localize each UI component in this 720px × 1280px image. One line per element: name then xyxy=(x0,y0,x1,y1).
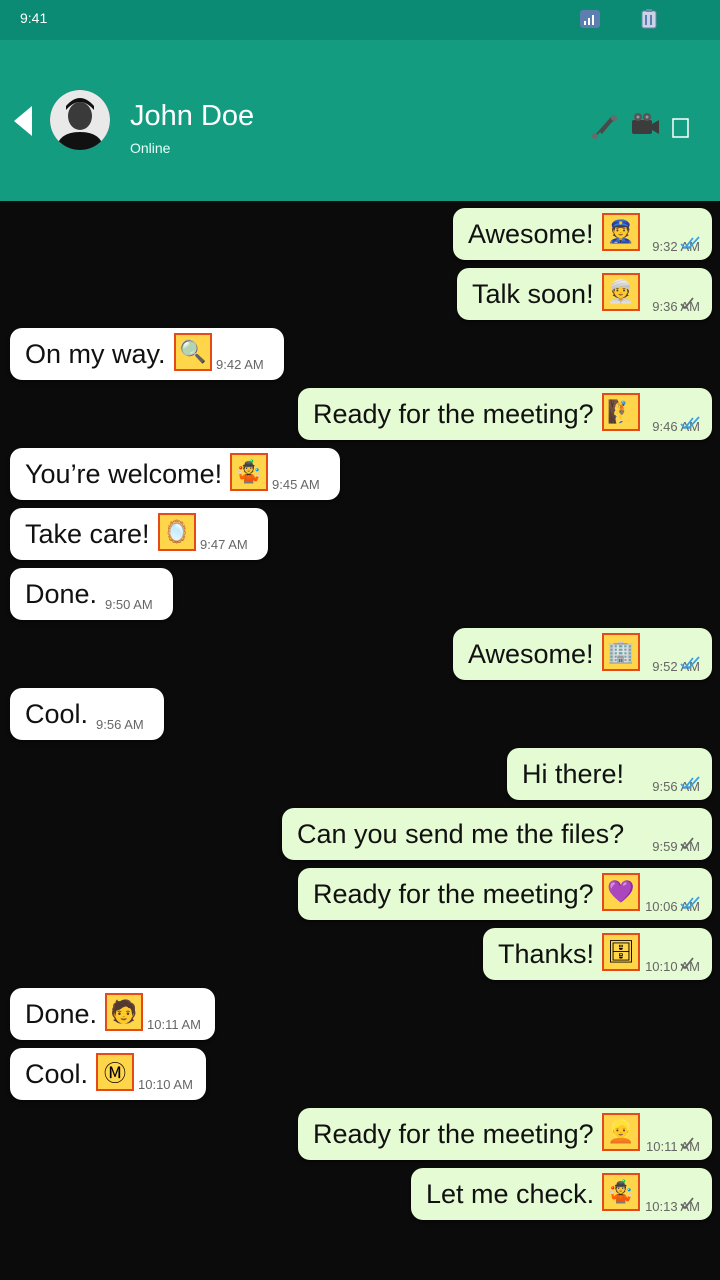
outgoing-message[interactable]: Awesome! 🏢 9:52 AM xyxy=(453,628,712,680)
message-text: Ready for the meeting? xyxy=(313,1119,594,1149)
message-time: 9:47 AM xyxy=(200,537,248,552)
message-text: Talk soon! xyxy=(472,279,594,309)
avatar-photo-icon xyxy=(50,90,110,150)
outgoing-message[interactable]: Can you send me the files? 9:59 AM xyxy=(282,808,712,860)
outgoing-message[interactable]: Thanks! 🗄 10:10 AM xyxy=(483,928,712,980)
sent-check-icon xyxy=(680,297,694,310)
message-text: Let me check. xyxy=(426,1179,595,1209)
incoming-message[interactable]: Cool. Ⓜ 10:10 AM xyxy=(10,1048,206,1100)
incoming-message[interactable]: Cool. 9:56 AM xyxy=(10,688,164,740)
more-options-icon[interactable] xyxy=(672,118,690,138)
outgoing-message[interactable]: Talk soon! 👳 9:36 AM xyxy=(457,268,712,320)
read-receipt-icon xyxy=(680,896,700,910)
office-building-icon: 🏢 xyxy=(602,633,640,671)
message-time: 10:11 AM xyxy=(147,1017,201,1032)
sent-check-icon xyxy=(680,1137,694,1150)
woman-blond-icon: 👱 xyxy=(602,1113,640,1151)
message-text: Thanks! xyxy=(498,939,595,969)
outgoing-message[interactable]: Awesome! 👮 9:32 AM xyxy=(453,208,712,260)
message-text: Ready for the meeting? xyxy=(313,879,594,909)
incoming-message[interactable]: Take care! 🪞 9:47 AM xyxy=(10,508,268,560)
status-time: 9:41 xyxy=(20,10,48,26)
sent-check-icon xyxy=(680,837,694,850)
outgoing-message[interactable]: Let me check. 🤹 10:13 AM xyxy=(411,1168,712,1220)
read-receipt-icon xyxy=(680,656,700,670)
message-time: 9:45 AM xyxy=(272,477,320,492)
outgoing-message[interactable]: Ready for the meeting? 💜 10:06 AM xyxy=(298,868,712,920)
police-officer-icon: 👮 xyxy=(602,213,640,251)
contact-name[interactable]: John Doe xyxy=(130,100,254,133)
mirror-icon: 🪞 xyxy=(158,513,196,551)
message-text: You’re welcome! xyxy=(25,459,223,489)
person-bald-icon: 🧑 xyxy=(105,993,143,1031)
sent-check-icon xyxy=(680,1197,694,1210)
outgoing-message[interactable]: Hi there! 9:56 AM xyxy=(507,748,712,800)
purple-heart-icon: 💜 xyxy=(602,873,640,911)
outgoing-message[interactable]: Ready for the meeting? 🧗 9:46 AM xyxy=(298,388,712,440)
file-cabinet-icon: 🗄 xyxy=(602,933,640,971)
incoming-message[interactable]: You’re welcome! 🤹 9:45 AM xyxy=(10,448,340,500)
signal-icon xyxy=(580,10,600,28)
message-time: 9:50 AM xyxy=(105,597,153,612)
incoming-message[interactable]: Done. 🧑 10:11 AM xyxy=(10,988,215,1040)
status-bar: 9:41 xyxy=(0,0,720,40)
person-climbing-icon: 🧗 xyxy=(602,393,640,431)
read-receipt-icon xyxy=(680,776,700,790)
incoming-message[interactable]: Done. 9:50 AM xyxy=(10,568,173,620)
avatar[interactable] xyxy=(50,90,110,150)
read-receipt-icon xyxy=(680,236,700,250)
contact-status: Online xyxy=(130,140,171,156)
letter-m-icon: Ⓜ xyxy=(96,1053,134,1091)
message-time: 10:10 AM xyxy=(138,1077,193,1092)
message-time: 9:56 AM xyxy=(96,717,144,732)
magnifier-icon: 🔍 xyxy=(174,333,212,371)
man-with-turban-icon: 👳 xyxy=(602,273,640,311)
message-text: Ready for the meeting? xyxy=(313,399,594,429)
message-text: Can you send me the files? xyxy=(297,819,625,849)
message-text: Done. xyxy=(25,579,98,609)
battery-icon xyxy=(641,9,657,29)
outgoing-message[interactable]: Ready for the meeting? 👱 10:11 AM xyxy=(298,1108,712,1160)
incoming-message[interactable]: On my way. 🔍 9:42 AM xyxy=(10,328,284,380)
message-text: Cool. xyxy=(25,699,89,729)
juggler-icon: 🤹 xyxy=(230,453,268,491)
sent-check-icon xyxy=(680,957,694,970)
message-text: Awesome! xyxy=(468,219,594,249)
message-text: On my way. xyxy=(25,339,166,369)
message-list[interactable]: Awesome! 👮 9:32 AM Talk soon! 👳 9:36 AM On my … xyxy=(0,201,720,1280)
back-arrow-icon[interactable] xyxy=(14,106,32,136)
read-receipt-icon xyxy=(680,416,700,430)
chat-header: John Doe Online xyxy=(0,40,720,201)
message-time: 9:42 AM xyxy=(216,357,264,372)
message-text: Take care! xyxy=(25,519,150,549)
message-text: Hi there! xyxy=(522,759,625,789)
message-text: Cool. xyxy=(25,1059,89,1089)
message-text: Awesome! xyxy=(468,639,594,669)
video-camera-icon[interactable] xyxy=(630,112,660,140)
man-juggling-icon: 🤹 xyxy=(602,1173,640,1211)
message-text: Done. xyxy=(25,999,98,1029)
phone-icon[interactable] xyxy=(590,112,620,140)
